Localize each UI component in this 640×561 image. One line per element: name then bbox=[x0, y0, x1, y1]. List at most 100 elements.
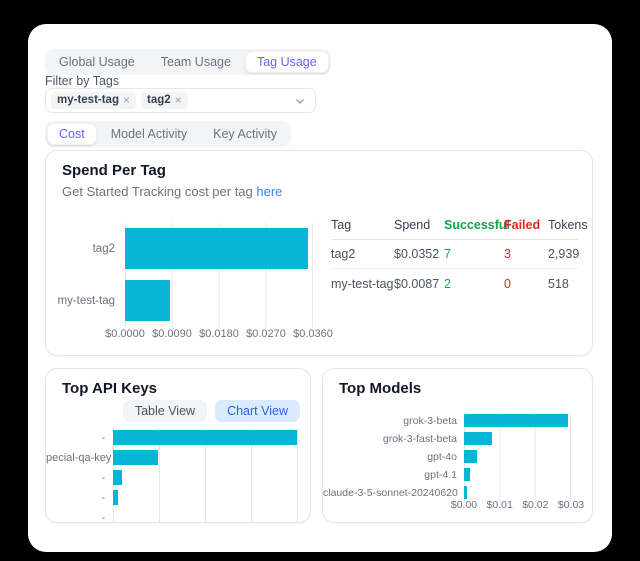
bar-track bbox=[464, 430, 571, 448]
bar[interactable] bbox=[464, 414, 568, 427]
remove-tag-icon[interactable]: × bbox=[123, 94, 130, 107]
bar-label: gpt-4.1 bbox=[323, 469, 464, 481]
cell-tokens: 2,939 bbox=[548, 247, 579, 261]
axis-tick: $0.0000 bbox=[105, 328, 145, 340]
chart-row: my-test-tag bbox=[46, 275, 313, 327]
api-keys-card-title: Top API Keys bbox=[62, 380, 157, 397]
tag-chip-label: tag2 bbox=[147, 94, 171, 107]
chart-row: tag2 bbox=[46, 223, 313, 275]
table-row: tag2 $0.0352 7 3 2,939 bbox=[331, 240, 578, 269]
axis-tick: $0.03 bbox=[558, 499, 584, 511]
chart-row: gpt-4.1 bbox=[323, 466, 571, 484]
cell-failed: 0 bbox=[504, 277, 548, 291]
table-row: my-test-tag $0.0087 2 0 518 bbox=[331, 269, 578, 298]
bar-track bbox=[113, 448, 298, 468]
bar[interactable] bbox=[113, 490, 118, 505]
spend-per-tag-card: Spend Per Tag Get Started Tracking cost … bbox=[45, 150, 593, 356]
tag-chip[interactable]: tag2 × bbox=[141, 92, 188, 109]
models-card-title: Top Models bbox=[339, 380, 421, 397]
cell-tokens: 518 bbox=[548, 277, 578, 291]
here-link[interactable]: here bbox=[256, 184, 282, 199]
cell-successful: 2 bbox=[444, 277, 504, 291]
bar[interactable] bbox=[125, 280, 170, 321]
bar-track bbox=[125, 223, 313, 275]
tab-cost[interactable]: Cost bbox=[47, 123, 97, 145]
chart-row: - bbox=[46, 428, 298, 448]
main-panel: Global Usage Team Usage Tag Usage Filter… bbox=[28, 24, 612, 552]
filter-by-tags-label: Filter by Tags bbox=[45, 74, 119, 88]
col-spend: Spend bbox=[394, 218, 444, 232]
bar[interactable] bbox=[125, 228, 308, 269]
col-tokens: Tokens bbox=[548, 218, 588, 232]
cost-activity-tabs: Cost Model Activity Key Activity bbox=[45, 121, 291, 147]
tag-chip[interactable]: my-test-tag × bbox=[51, 92, 136, 109]
axis-tick: $0.0180 bbox=[199, 328, 239, 340]
axis-tick: $0.02 bbox=[522, 499, 548, 511]
bar[interactable] bbox=[113, 430, 297, 445]
bar-track bbox=[113, 468, 298, 488]
chart-row: - bbox=[46, 508, 298, 523]
col-failed: Failed bbox=[504, 218, 548, 232]
bar-label: grok-3-fast-beta bbox=[323, 433, 464, 445]
axis-tick: $0.0360 bbox=[293, 328, 333, 340]
bar[interactable] bbox=[113, 450, 158, 465]
bar-track bbox=[464, 466, 571, 484]
bar-label: tag2 bbox=[46, 243, 125, 255]
bar-track bbox=[113, 508, 298, 523]
bar-track bbox=[125, 275, 313, 327]
cell-spend: $0.0352 bbox=[394, 247, 444, 261]
bar-label: claude-3-5-sonnet-20240620 bbox=[323, 487, 464, 499]
subtitle-text: Get Started Tracking cost per tag bbox=[62, 184, 256, 199]
top-api-keys-chart: - pecial-qa-key - - - bbox=[46, 428, 298, 523]
axis-tick: $0.01 bbox=[487, 499, 513, 511]
bar-track bbox=[464, 412, 571, 430]
chart-view-button[interactable]: Chart View bbox=[215, 400, 300, 422]
bar-track bbox=[113, 488, 298, 508]
spend-per-tag-chart: tag2my-test-tag $0.0000$0.0090$0.0180$0.… bbox=[46, 223, 313, 327]
top-models-chart: grok-3-beta grok-3-fast-beta gpt-4o gpt-4.1… bbox=[323, 412, 571, 502]
spend-table: Tag Spend Successful Failed Tokens tag2 … bbox=[331, 211, 578, 298]
tab-tag-usage[interactable]: Tag Usage bbox=[245, 51, 329, 73]
remove-tag-icon[interactable]: × bbox=[175, 94, 182, 107]
chart-row: pecial-qa-key bbox=[46, 448, 298, 468]
spend-card-title: Spend Per Tag bbox=[62, 162, 166, 179]
bar-label: - bbox=[46, 432, 113, 444]
chart-row: grok-3-beta bbox=[323, 412, 571, 430]
cell-successful: 7 bbox=[444, 247, 504, 261]
tag-filter-select[interactable]: my-test-tag × tag2 × bbox=[45, 88, 316, 113]
view-toggle: Table View Chart View bbox=[123, 400, 300, 422]
chart-row: - bbox=[46, 468, 298, 488]
spend-card-subtitle: Get Started Tracking cost per tag here bbox=[62, 184, 282, 199]
bar-label: - bbox=[46, 472, 113, 484]
bar-label: - bbox=[46, 512, 113, 523]
tag-chip-label: my-test-tag bbox=[57, 94, 119, 107]
col-tag: Tag bbox=[331, 218, 394, 232]
cell-failed: 3 bbox=[504, 247, 548, 261]
spend-table-header: Tag Spend Successful Failed Tokens bbox=[331, 211, 578, 240]
bar-label: gpt-4o bbox=[323, 451, 464, 463]
bar-track bbox=[464, 448, 571, 466]
bar[interactable] bbox=[464, 486, 467, 499]
axis-tick: $0.0270 bbox=[246, 328, 286, 340]
bar-track bbox=[113, 428, 298, 448]
chevron-down-icon bbox=[294, 95, 306, 107]
axis-tick: $0.0090 bbox=[152, 328, 192, 340]
tab-global-usage[interactable]: Global Usage bbox=[47, 51, 147, 73]
tab-team-usage[interactable]: Team Usage bbox=[149, 51, 243, 73]
tab-key-activity[interactable]: Key Activity bbox=[201, 123, 289, 145]
table-view-button[interactable]: Table View bbox=[123, 400, 207, 422]
cell-spend: $0.0087 bbox=[394, 277, 444, 291]
top-models-card: Top Models grok-3-beta grok-3-fast-beta gp… bbox=[322, 368, 593, 523]
bar[interactable] bbox=[464, 432, 492, 445]
bar-label: - bbox=[46, 492, 113, 504]
bar[interactable] bbox=[464, 468, 470, 481]
bar[interactable] bbox=[464, 450, 477, 463]
bar-label: my-test-tag bbox=[46, 295, 125, 307]
bar-label: pecial-qa-key bbox=[46, 452, 113, 464]
chart-row: gpt-4o bbox=[323, 448, 571, 466]
bar[interactable] bbox=[113, 470, 122, 485]
tab-model-activity[interactable]: Model Activity bbox=[99, 123, 199, 145]
bar-label: grok-3-beta bbox=[323, 415, 464, 427]
axis-tick: $0.00 bbox=[451, 499, 477, 511]
cell-tag: tag2 bbox=[331, 247, 394, 261]
